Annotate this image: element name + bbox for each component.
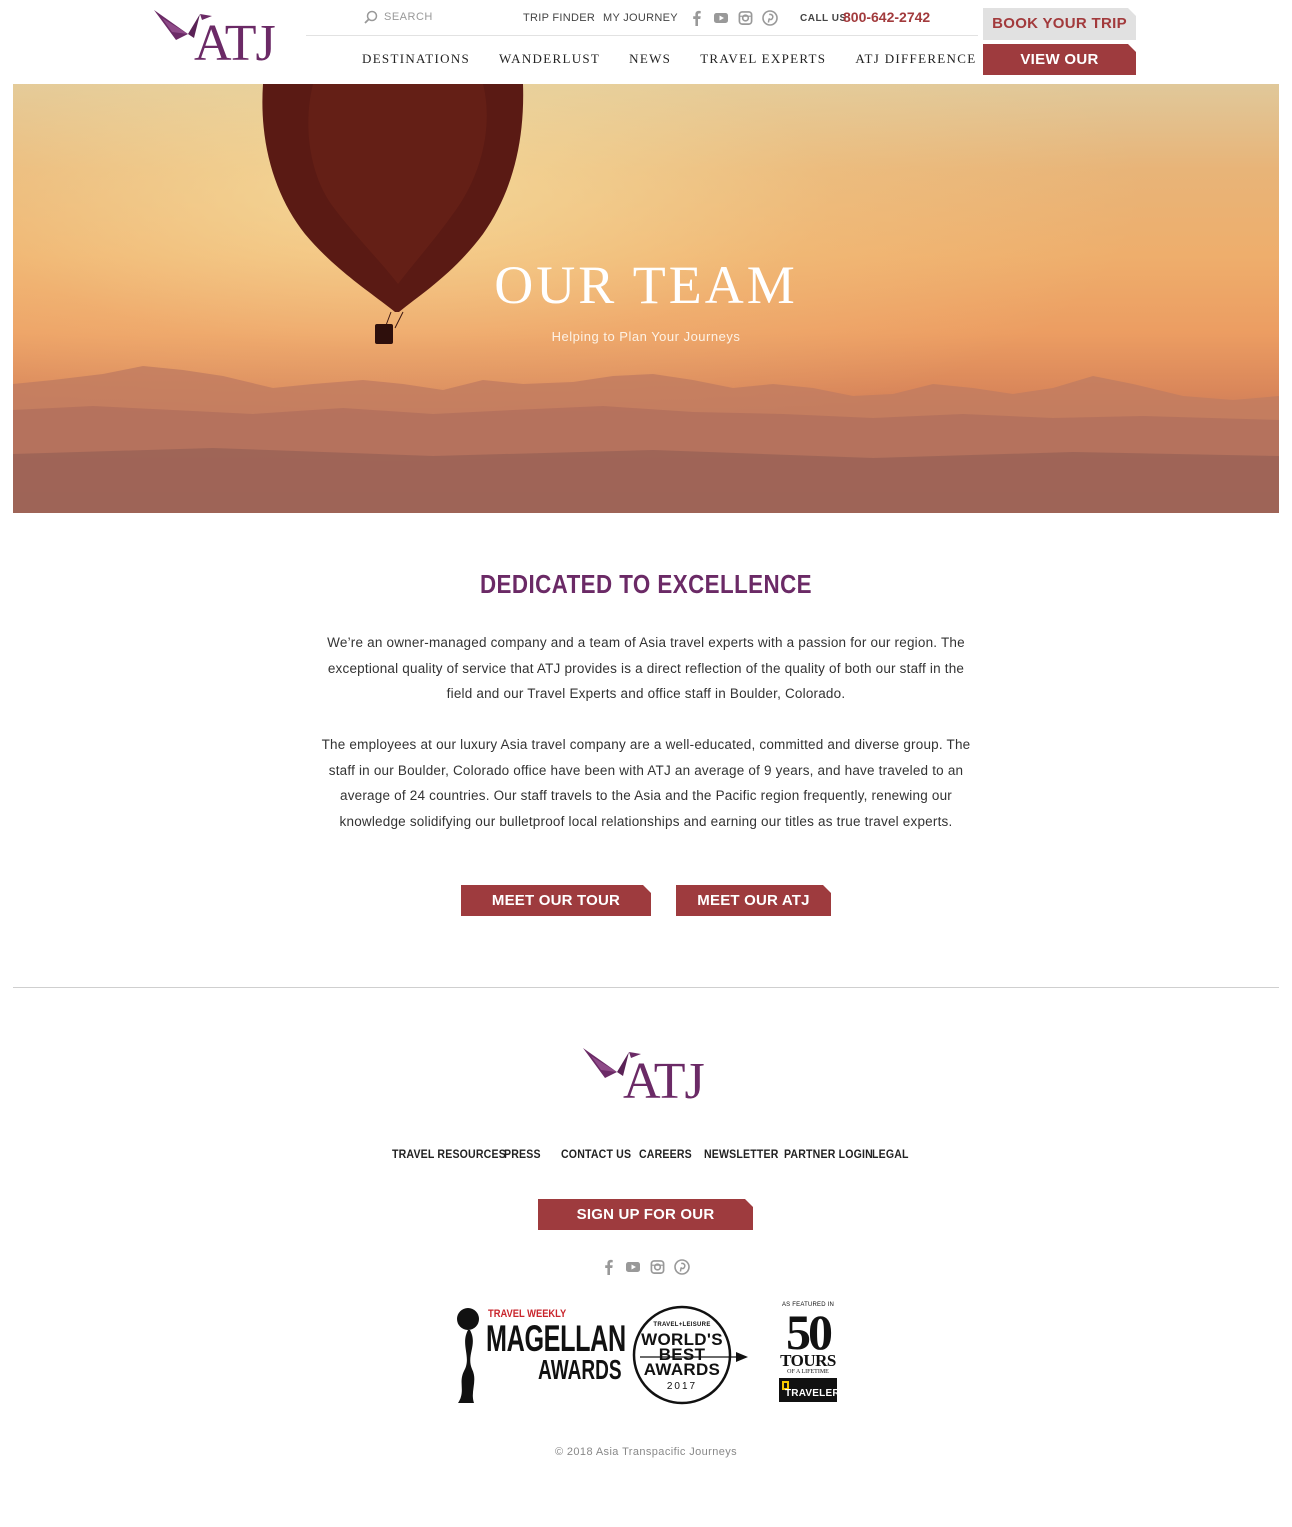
worlds-best-year: 2017 [666,1381,698,1392]
header-divider [306,35,978,36]
corner-fold [745,1199,753,1207]
my-journey-link[interactable]: MY JOURNEY [603,12,678,24]
main-nav: DESTINATIONS WANDERLUST NEWS TRAVEL EXPE… [362,51,1005,67]
nav-travel-experts[interactable]: TRAVEL EXPERTS [700,51,826,67]
view-catalog-button[interactable]: VIEW OUR CATALOG [983,44,1136,99]
pinterest-icon[interactable] [762,10,778,26]
footer-link-newsletter[interactable]: NEWSLETTER [704,1147,779,1161]
facebook-icon[interactable] [690,10,704,26]
footer-link-travel-resources[interactable]: TRAVEL RESOURCES [392,1147,506,1161]
pinterest-icon[interactable] [674,1259,690,1275]
corner-fold [1128,8,1136,16]
footer-logo-wordmark: ATJ [623,1053,705,1110]
corner-fold [823,885,831,893]
newsletter-signup-button[interactable]: SIGN UP FOR OUR NEWSLETTER [538,1199,753,1254]
magellan-awards-badge: TRAVEL WEEKLY MAGELLAN AWARDS [452,1305,626,1405]
footer-logo[interactable]: ATJ [583,1046,711,1116]
employees-paragraph: The employees at our luxury Asia travel … [321,737,971,829]
globe-trophy-icon [457,1308,479,1403]
instagram-icon[interactable] [650,1259,665,1275]
fifty-number: 50 [786,1304,833,1360]
book-your-trip-button[interactable]: BOOK YOUR TRIP [983,8,1136,40]
corner-fold [1128,44,1136,52]
worlds-best-line3: AWARDS [643,1360,721,1379]
intro-paragraph: We’re an owner-managed company and a tea… [327,635,965,701]
footer-link-legal[interactable]: LEGAL [872,1147,909,1161]
instagram-icon[interactable] [738,10,753,26]
logo-wordmark: ATJ [194,15,276,72]
corner-fold [643,885,651,893]
nav-destinations[interactable]: DESTINATIONS [362,51,470,67]
meet-tour-leaders-button[interactable]: MEET OUR TOUR LEADERS [461,885,651,940]
section-heading: DEDICATED TO EXCELLENCE [479,569,813,599]
nav-news[interactable]: NEWS [629,51,671,67]
search-box[interactable]: SEARCH [364,10,433,24]
hero-banner: OUR TEAM Helping to Plan Your Journeys [13,84,1279,513]
site-header: ATJ SEARCH TRIP FINDER MY JOURNEY CALL U… [0,0,1292,99]
footer-link-careers[interactable]: CAREERS [639,1147,692,1161]
footer-link-contact-us[interactable]: CONTACT US [561,1147,631,1161]
youtube-icon[interactable] [625,1259,641,1275]
worlds-best-awards-badge: TRAVEL+LEISURE WORLD'S BEST AWARDS 2017 [630,1305,750,1405]
search-icon [364,10,378,24]
copyright: © 2018 Asia Transpacific Journeys [554,1446,738,1458]
footer-link-press[interactable]: PRESS [504,1147,541,1161]
worlds-best-title: WORLD'S BEST AWARDS [630,1331,734,1379]
search-input[interactable]: SEARCH [384,11,433,23]
footer-link-partner-login[interactable]: PARTNER LOGIN [784,1147,873,1161]
worlds-best-publisher: TRAVEL+LEISURE [653,1322,711,1328]
hero-subtitle: Helping to Plan Your Journeys [551,329,741,344]
facebook-icon[interactable] [602,1259,616,1275]
phone-number[interactable]: 800-642-2742 [843,9,930,25]
magellan-subtitle: AWARDS [538,1354,622,1385]
newsletter-signup-label: SIGN UP FOR OUR NEWSLETTER [576,1206,715,1254]
magellan-title: MAGELLAN [486,1318,626,1359]
hero-title: OUR TEAM [494,255,798,315]
social-links-top [690,10,778,26]
call-us-label: CALL US [800,13,847,24]
social-links-footer [602,1259,690,1275]
utility-bar: SEARCH TRIP FINDER MY JOURNEY CALL US 80… [360,8,980,30]
footer-divider [13,987,1279,988]
meet-atj-staff-button[interactable]: MEET OUR ATJ STAFF [676,885,831,940]
meet-tour-leaders-label: MEET OUR TOUR LEADERS [491,892,621,940]
atj-logo[interactable]: ATJ [154,8,282,78]
youtube-icon[interactable] [713,10,729,26]
nav-wanderlust[interactable]: WANDERLUST [499,51,600,67]
trip-finder-link[interactable]: TRIP FINDER [523,12,595,24]
fifty-tours-badge: AS FEATURED IN 50 TOURS OF A LIFETIME TR… [776,1300,840,1404]
book-your-trip-label: BOOK YOUR TRIP [992,15,1127,32]
nat-geo-traveler-logo: TRAVELER [779,1378,840,1402]
fifty-lifetime-label: OF A LIFETIME [787,1369,829,1375]
fifty-tours-label: TOURS [780,1351,836,1370]
meet-atj-staff-label: MEET OUR ATJ STAFF [697,892,810,940]
nav-atj-difference[interactable]: ATJ DIFFERENCE [855,51,976,67]
traveler-label: TRAVELER [785,1388,840,1399]
